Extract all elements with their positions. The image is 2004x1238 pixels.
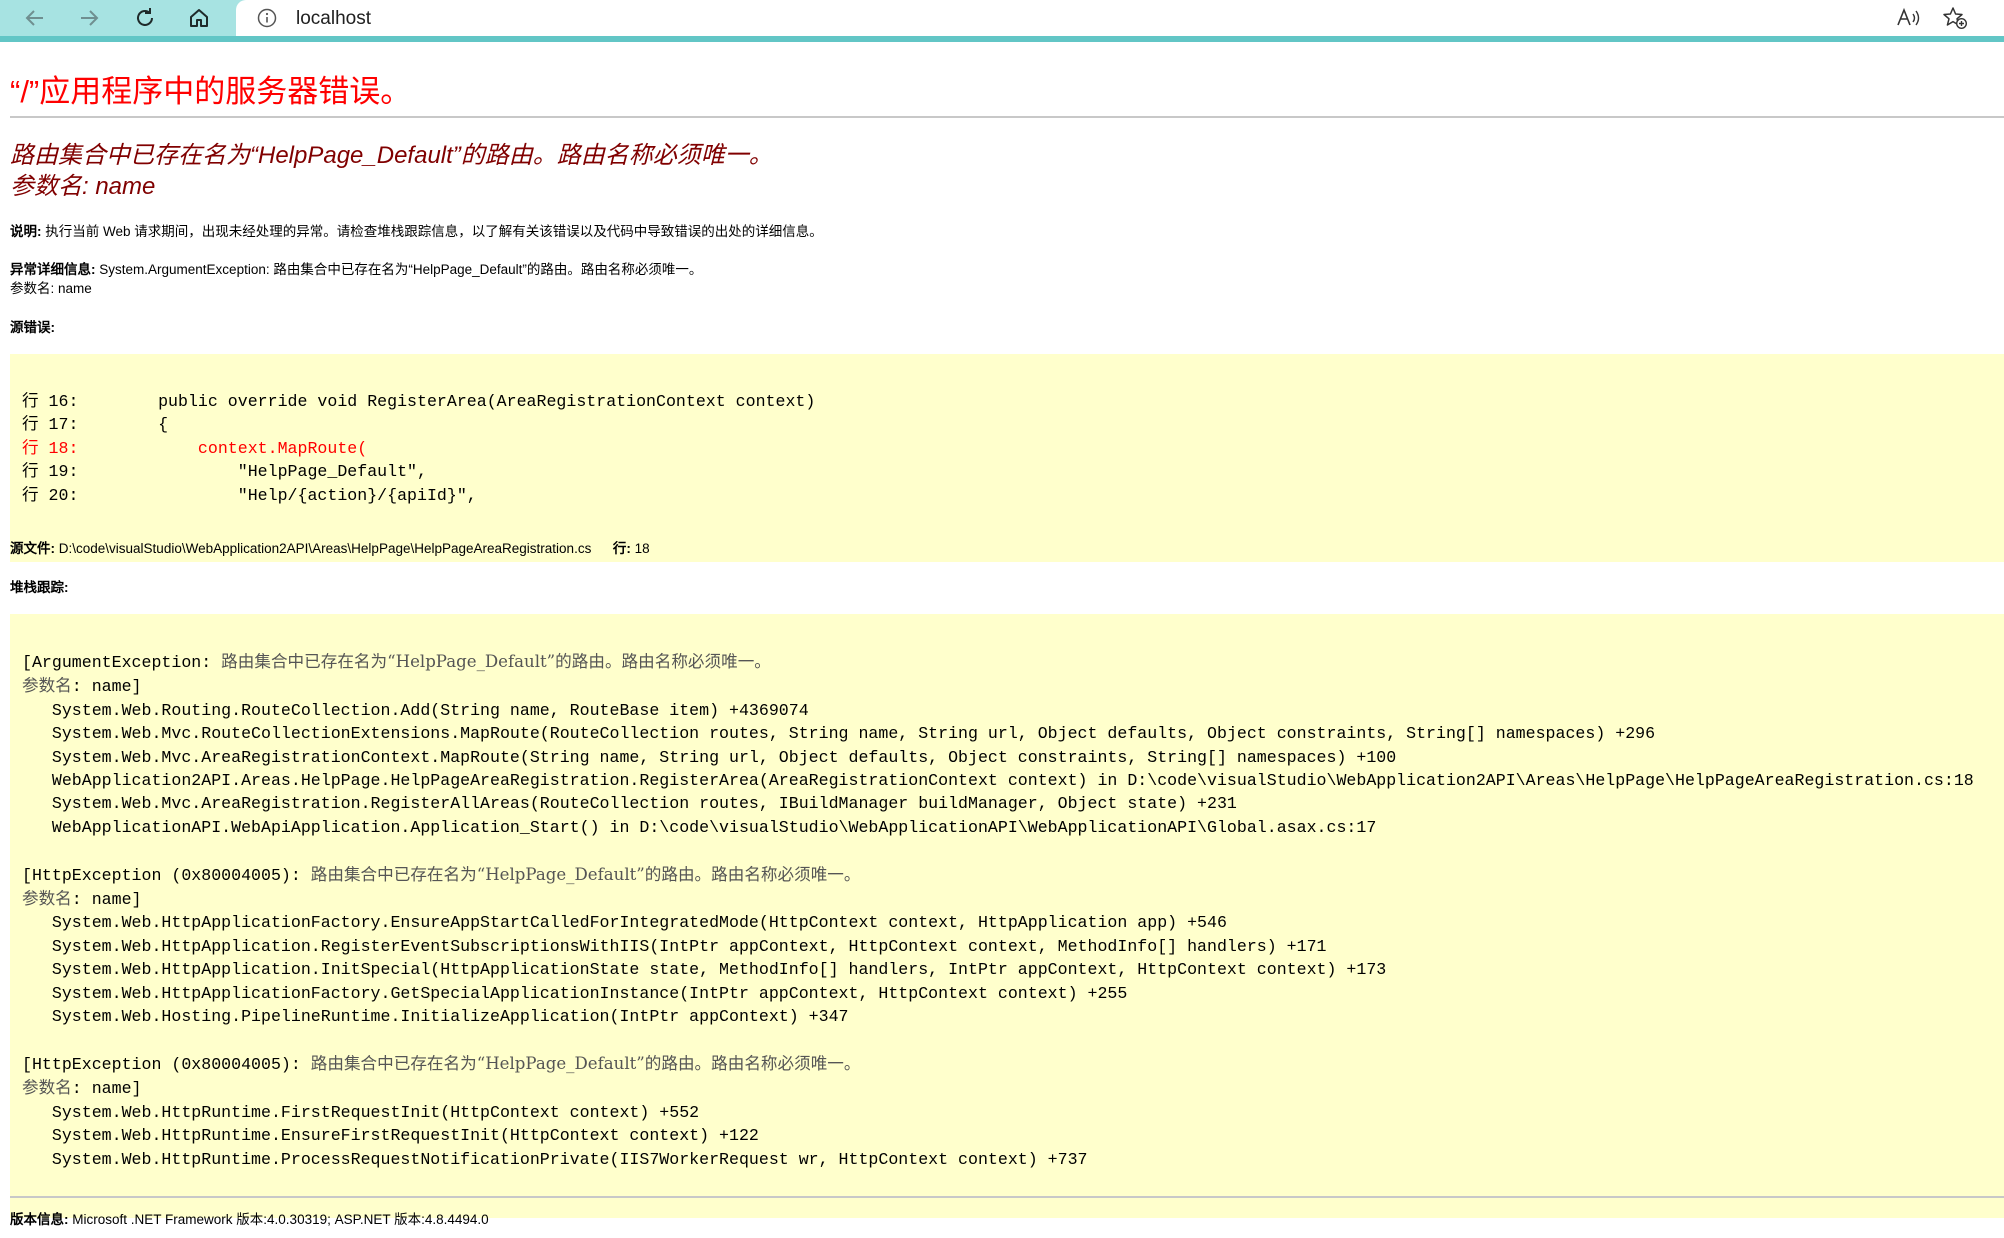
- refresh-icon: [137, 8, 153, 26]
- add-favorite-button[interactable]: [1938, 4, 1972, 32]
- footer-divider: [10, 1196, 2004, 1198]
- stack-frame: System.Web.HttpRuntime.ProcessRequestNot…: [22, 1149, 1088, 1169]
- source-code: 行 16: public override void RegisterArea(…: [10, 354, 2004, 507]
- exception-type: [HttpException (0x80004005):: [22, 865, 311, 885]
- stack-frame: System.Web.Mvc.AreaRegistrationContext.M…: [22, 747, 1397, 767]
- stack-frame: System.Web.HttpApplicationFactory.GetSpe…: [22, 983, 1128, 1003]
- source-error-heading: 源错误:: [10, 318, 55, 337]
- exception-text: System.ArgumentException: 路由集合中已存在名为“Hel…: [99, 262, 703, 277]
- stack-frame: System.Web.HttpApplication.RegisterEvent…: [22, 936, 1327, 956]
- version-text: Microsoft .NET Framework 版本:4.0.30319; A…: [72, 1212, 489, 1227]
- version-info: 版本信息: Microsoft .NET Framework 版本:4.0.30…: [10, 1210, 489, 1229]
- source-line-code: {: [78, 415, 169, 435]
- source-line-number: 行 17:: [22, 415, 79, 435]
- description-text: 执行当前 Web 请求期间，出现未经处理的异常。请检查堆栈跟踪信息，以了解有关该…: [45, 224, 823, 239]
- back-button[interactable]: [8, 0, 62, 36]
- exception-message: 路由集合中已存在名为“HelpPage_Default”的路由。路由名称必须唯一…: [221, 652, 771, 671]
- source-line: 行 19: "HelpPage_Default",: [22, 460, 2004, 483]
- exception-message: 路由集合中已存在名为“HelpPage_Default”的路由。路由名称必须唯一…: [310, 864, 861, 884]
- page-title: “/”应用程序中的服务器错误。: [10, 74, 412, 109]
- error-param-line: 参数名: name: [10, 173, 156, 200]
- forward-arrow-icon: [81, 10, 99, 26]
- stack-param-line: 参数名: name]: [22, 674, 2004, 698]
- stack-frame: System.Web.Mvc.AreaRegistration.Register…: [22, 794, 1237, 814]
- source-code-box: 行 16: public override void RegisterArea(…: [10, 354, 2004, 562]
- stack-param-line: 参数名: name]: [22, 1076, 2004, 1100]
- back-arrow-icon: [25, 10, 43, 26]
- exception-type: [ArgumentException:: [22, 653, 222, 672]
- address-bar[interactable]: localhost: [236, 0, 2004, 36]
- stack-trace-heading: 堆栈跟踪:: [10, 578, 69, 597]
- source-line-number: 行 20:: [22, 485, 79, 505]
- stack-exception-header: [HttpException (0x80004005): 路由集合中已存在名为“…: [22, 863, 2004, 887]
- exception-details: 异常详细信息: System.ArgumentException: 路由集合中已…: [10, 260, 702, 298]
- error-message: 路由集合中已存在名为“HelpPage_Default”的路由。路由名称必须唯一…: [10, 140, 773, 202]
- star-add-icon: [1943, 7, 1968, 30]
- param-value: : name]: [71, 677, 142, 697]
- description: 说明: 执行当前 Web 请求期间，出现未经处理的异常。请检查堆栈跟踪信息，以了…: [10, 222, 823, 241]
- stack-exception-header: [HttpException (0x80004005): 路由集合中已存在名为“…: [22, 1052, 2004, 1076]
- exception-param: 参数名: name: [10, 281, 92, 296]
- stack-frame: System.Web.HttpApplication.InitSpecial(H…: [22, 960, 1387, 980]
- home-icon: [190, 9, 208, 27]
- source-file-label: 源文件:: [10, 541, 55, 556]
- exception-label: 异常详细信息:: [10, 262, 96, 277]
- source-file-path: D:\code\visualStudio\WebApplication2API\…: [58, 541, 592, 556]
- stack-trace-label: 堆栈跟踪:: [10, 580, 69, 595]
- stack-frame: System.Web.HttpApplicationFactory.Ensure…: [22, 913, 1227, 933]
- read-aloud-icon: [1897, 7, 1920, 26]
- exception-type: [HttpException (0x80004005):: [22, 1054, 311, 1074]
- param-value: : name]: [71, 890, 142, 910]
- source-line-code: "HelpPage_Default",: [78, 462, 427, 482]
- description-label: 说明:: [10, 224, 42, 239]
- exception-message: 路由集合中已存在名为“HelpPage_Default”的路由。路由名称必须唯一…: [310, 1053, 861, 1073]
- stack-frame: System.Web.Hosting.PipelineRuntime.Initi…: [22, 1007, 849, 1027]
- source-file-info: 源文件: D:\code\visualStudio\WebApplication…: [10, 539, 650, 558]
- param-value: : name]: [71, 1079, 142, 1099]
- line-label: 行:: [612, 541, 631, 556]
- stack-param-line: 参数名: name]: [22, 887, 2004, 911]
- title-divider: [10, 116, 2004, 118]
- param-label: 参数名: [22, 676, 72, 696]
- stack-exception-header: [ArgumentException: 路由集合中已存在名为“HelpPage_…: [22, 650, 2004, 674]
- version-label: 版本信息:: [10, 1212, 69, 1227]
- stack-frame: System.Web.Mvc.RouteCollectionExtensions…: [22, 724, 1656, 744]
- source-line-code: "Help/{action}/{apiId}",: [78, 485, 477, 505]
- forward-button[interactable]: [62, 0, 116, 36]
- line-number: 18: [634, 541, 650, 556]
- stack-frame: WebApplication2API.Areas.HelpPage.HelpPa…: [22, 771, 1974, 791]
- read-aloud-button[interactable]: [1892, 4, 1926, 32]
- browser-toolbar: localhost: [0, 0, 2004, 42]
- refresh-button[interactable]: [118, 0, 172, 36]
- param-label: 参数名: [22, 1078, 72, 1098]
- param-label: 参数名: [22, 889, 72, 909]
- source-error-label: 源错误:: [10, 320, 55, 335]
- url-text: localhost: [296, 8, 371, 29]
- source-line: 行 16: public override void RegisterArea(…: [22, 390, 2004, 413]
- source-line-code: public override void RegisterArea(AreaRe…: [78, 392, 816, 411]
- home-button[interactable]: [172, 0, 226, 36]
- source-line-number: 行 19:: [22, 462, 79, 482]
- stack-frame: System.Web.HttpRuntime.EnsureFirstReques…: [22, 1126, 759, 1146]
- stack-frame: System.Web.HttpRuntime.FirstRequestInit(…: [22, 1102, 700, 1122]
- stack-frame: WebApplicationAPI.WebApiApplication.Appl…: [22, 817, 1377, 837]
- source-line-number: 行 18:: [22, 438, 79, 458]
- source-line: 行 18: context.MapRoute(: [22, 437, 2004, 460]
- source-line-number: 行 16:: [22, 392, 79, 411]
- error-message-line: 路由集合中已存在名为“HelpPage_Default”的路由。路由名称必须唯一…: [10, 142, 773, 169]
- source-line-code: context.MapRoute(: [78, 438, 368, 458]
- stack-trace: [ArgumentException: 路由集合中已存在名为“HelpPage_…: [10, 614, 2004, 1171]
- site-info-icon[interactable]: [256, 7, 278, 29]
- source-line: 行 17: {: [22, 413, 2004, 436]
- stack-trace-box: [ArgumentException: 路由集合中已存在名为“HelpPage_…: [10, 614, 2004, 1218]
- source-line: 行 20: "Help/{action}/{apiId}",: [22, 484, 2004, 507]
- stack-frame: System.Web.Routing.RouteCollection.Add(S…: [22, 700, 809, 720]
